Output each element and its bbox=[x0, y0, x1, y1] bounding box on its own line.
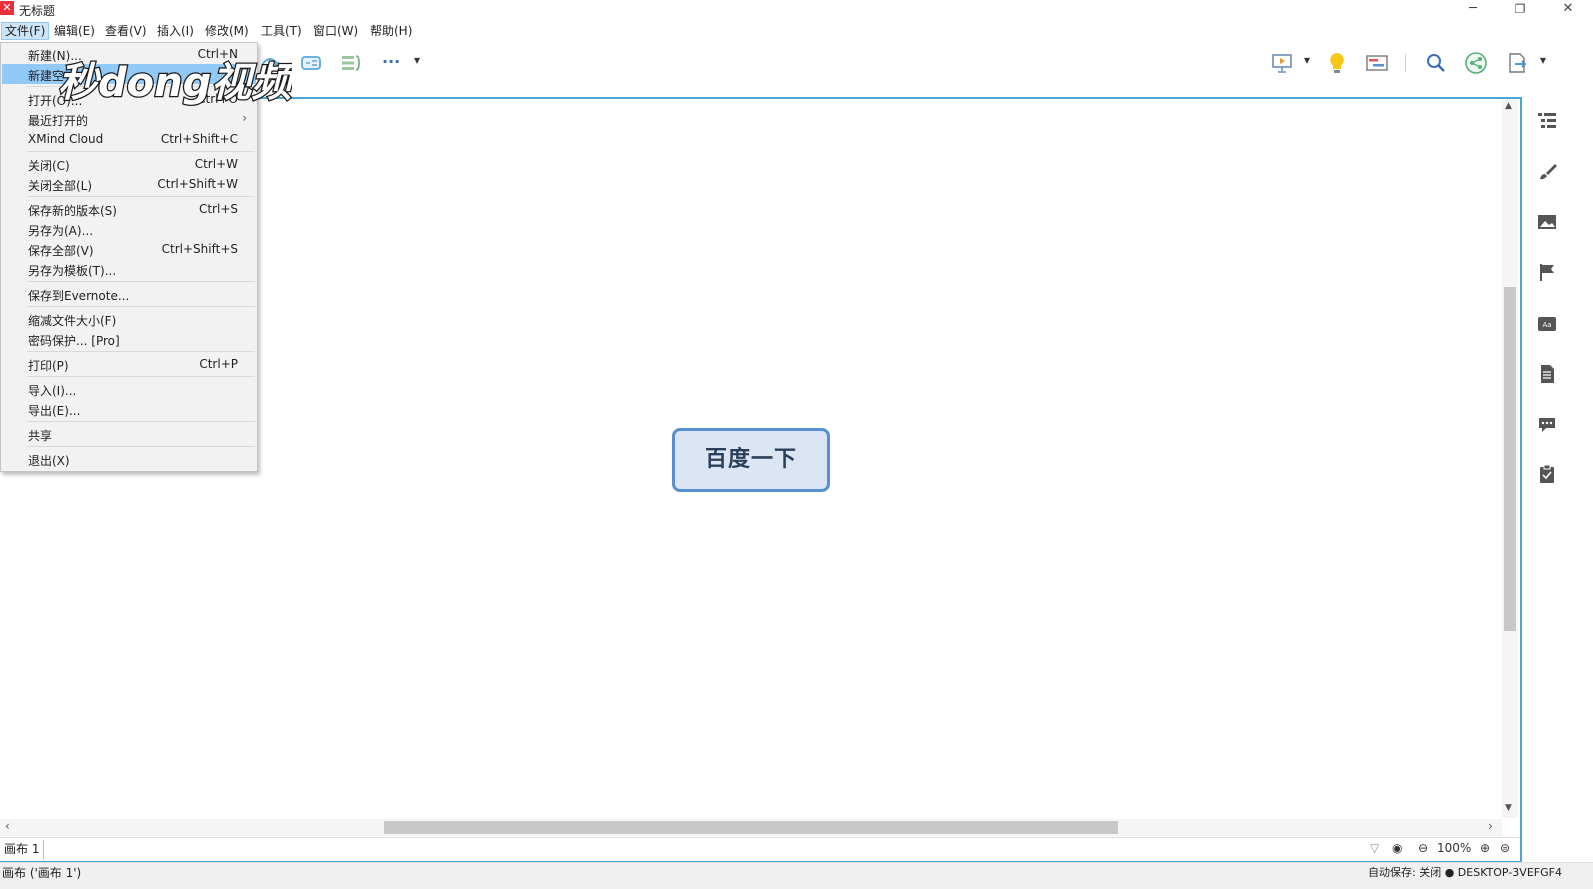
menu-file[interactable]: 文件(F) bbox=[1, 22, 50, 40]
more-options-icon[interactable]: ··· bbox=[382, 52, 400, 71]
share-icon[interactable] bbox=[1464, 51, 1488, 75]
comments-icon[interactable] bbox=[1537, 414, 1557, 434]
boundary-icon[interactable] bbox=[299, 51, 323, 75]
menu-item-print[interactable]: 打印(P) Ctrl+P bbox=[2, 354, 256, 374]
xmind-logo-icon: ✕ bbox=[0, 1, 14, 15]
menu-item-close[interactable]: 关闭(C) Ctrl+W bbox=[2, 154, 256, 174]
menu-window[interactable]: 窗口(W) bbox=[310, 22, 361, 40]
menu-item-recent[interactable]: 最近打开的 › bbox=[2, 109, 256, 129]
sticker-icon[interactable]: Aa bbox=[1537, 314, 1557, 334]
task-clipboard-icon[interactable] bbox=[1537, 464, 1557, 484]
vertical-scroll-thumb[interactable] bbox=[1504, 287, 1516, 631]
menu-item-password[interactable]: 密码保护... [Pro] bbox=[2, 329, 256, 349]
zoom-in-icon[interactable]: ⊕ bbox=[1480, 841, 1490, 855]
outliner-icon[interactable] bbox=[1537, 110, 1557, 130]
menu-separator bbox=[27, 376, 255, 377]
filter-icon[interactable]: ▽ bbox=[1370, 841, 1379, 855]
menu-item-xmind-cloud[interactable]: XMind Cloud Ctrl+Shift+C bbox=[2, 129, 256, 149]
sheet-tab[interactable]: 画布 1 bbox=[0, 840, 45, 859]
right-sidebar: Aa bbox=[1524, 98, 1593, 862]
svg-text:Aa: Aa bbox=[1542, 321, 1551, 329]
more-dropdown-icon[interactable]: ▾ bbox=[414, 53, 420, 67]
presentation-dropdown-icon[interactable]: ▾ bbox=[1304, 53, 1310, 67]
status-autosave: 自动保存: 关闭 ● DESKTOP-3VEFGF4 bbox=[1368, 866, 1562, 879]
format-brush-icon[interactable] bbox=[1537, 162, 1557, 182]
scroll-left-icon[interactable]: ‹ bbox=[5, 819, 10, 833]
central-topic[interactable]: 百度一下 bbox=[672, 428, 830, 492]
status-sheet-info: 画布 ('画布 1') bbox=[2, 866, 82, 880]
menu-item-close-all[interactable]: 关闭全部(L) Ctrl+Shift+W bbox=[2, 174, 256, 194]
menu-separator bbox=[27, 351, 255, 352]
menu-separator bbox=[27, 281, 255, 282]
marker-flag-icon[interactable] bbox=[1537, 262, 1557, 282]
export-icon[interactable] bbox=[1505, 51, 1529, 75]
brainstorm-bulb-icon[interactable] bbox=[1325, 51, 1349, 75]
search-icon[interactable] bbox=[1424, 51, 1448, 75]
menu-tools[interactable]: 工具(T) bbox=[258, 22, 305, 40]
menu-edit[interactable]: 编辑(E) bbox=[51, 22, 98, 40]
summary-icon[interactable] bbox=[339, 51, 363, 75]
menu-item-save-as[interactable]: 另存为(A)... bbox=[2, 219, 256, 239]
menu-item-reduce-size[interactable]: 缩减文件大小(F) bbox=[2, 309, 256, 329]
gantt-icon[interactable] bbox=[1365, 51, 1389, 75]
scroll-down-icon[interactable]: ▼ bbox=[1505, 803, 1512, 813]
zoom-out-icon[interactable]: ⊖ bbox=[1418, 841, 1428, 855]
menu-separator bbox=[27, 421, 255, 422]
maximize-button[interactable]: ❐ bbox=[1497, 0, 1543, 20]
menu-item-export[interactable]: 导出(E)... bbox=[2, 399, 256, 419]
scroll-right-icon[interactable]: › bbox=[1488, 819, 1493, 833]
minimize-button[interactable]: ─ bbox=[1450, 0, 1496, 20]
watermark-logo: 秒dong视频 bbox=[57, 59, 292, 108]
submenu-arrow-icon: › bbox=[242, 111, 247, 125]
close-button[interactable]: ✕ bbox=[1545, 0, 1591, 20]
menu-item-share[interactable]: 共享 bbox=[2, 424, 256, 444]
presentation-icon[interactable] bbox=[1270, 51, 1294, 75]
scroll-up-icon[interactable]: ▲ bbox=[1505, 101, 1512, 111]
menu-separator bbox=[27, 306, 255, 307]
zoom-level: 100% bbox=[1437, 841, 1472, 855]
status-bar: 画布 ('画布 1') 自动保存: 关闭 ● DESKTOP-3VEFGF4 bbox=[0, 862, 1593, 889]
menu-separator bbox=[27, 151, 255, 152]
menu-item-save-as-template[interactable]: 另存为模板(T)... bbox=[2, 259, 256, 279]
menu-help[interactable]: 帮助(H) bbox=[367, 22, 415, 40]
toolbar-divider bbox=[1405, 54, 1406, 72]
export-dropdown-icon[interactable]: ▾ bbox=[1540, 53, 1546, 67]
notes-icon[interactable] bbox=[1537, 364, 1557, 384]
image-icon[interactable] bbox=[1537, 212, 1557, 232]
menu-modify[interactable]: 修改(M) bbox=[202, 22, 252, 40]
menu-bar: 文件(F) 编辑(E) 查看(V) 插入(I) 修改(M) 工具(T) 窗口(W… bbox=[0, 21, 1593, 41]
menu-item-exit[interactable]: 退出(X) bbox=[2, 449, 256, 469]
horizontal-scrollbar[interactable]: ‹ › bbox=[0, 819, 1502, 836]
eye-icon[interactable]: ◉ bbox=[1392, 841, 1402, 855]
menu-item-save-evernote[interactable]: 保存到Evernote... bbox=[2, 284, 256, 304]
title-bar: ✕ 无标题 ─ ❐ ✕ bbox=[0, 0, 1593, 20]
menu-view[interactable]: 查看(V) bbox=[102, 22, 150, 40]
svg-text:秒dong视频: 秒dong视频 bbox=[58, 60, 292, 106]
menu-item-save-version[interactable]: 保存新的版本(S) Ctrl+S bbox=[2, 199, 256, 219]
fit-icon[interactable]: ⊜ bbox=[1500, 841, 1510, 855]
menu-item-save-all[interactable]: 保存全部(V) Ctrl+Shift+S bbox=[2, 239, 256, 259]
sheet-tab-bar: 画布 1 ▽ ◉ ⊖ 100% ⊕ ⊜ bbox=[0, 837, 1520, 861]
menu-insert[interactable]: 插入(I) bbox=[154, 22, 197, 40]
window-title: 无标题 bbox=[19, 4, 56, 18]
vertical-scrollbar[interactable]: ▲ ▼ bbox=[1502, 99, 1518, 818]
menu-separator bbox=[27, 446, 255, 447]
horizontal-scroll-thumb[interactable] bbox=[384, 821, 1118, 834]
menu-item-import[interactable]: 导入(I)... bbox=[2, 379, 256, 399]
menu-separator bbox=[27, 196, 255, 197]
